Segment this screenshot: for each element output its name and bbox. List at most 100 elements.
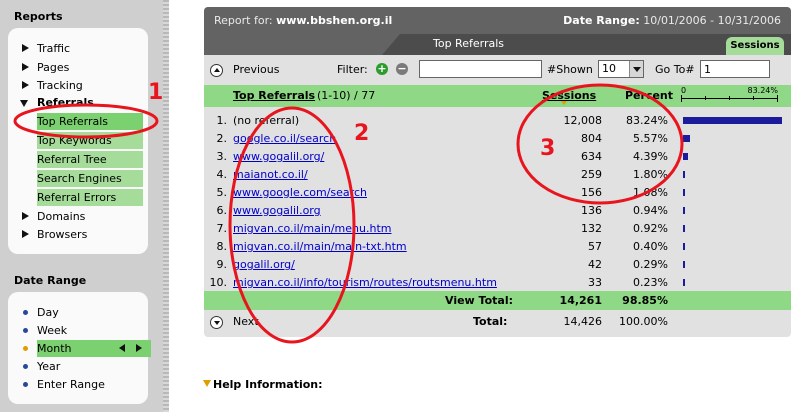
nav-label: Tracking [37, 79, 83, 92]
sub-item-search-engines[interactable]: Search Engines [37, 170, 143, 187]
radio-dot-icon [23, 364, 28, 369]
total-sessions: 14,426 [563, 315, 603, 328]
date-item-month[interactable]: Month [8, 340, 151, 357]
chevron-down-icon [629, 61, 643, 77]
scale-tick [705, 96, 706, 100]
nav-item-browsers[interactable]: Browsers [8, 226, 148, 243]
sessions-value: 132 [581, 222, 602, 235]
radio-dot-icon [23, 310, 28, 315]
date-item-week[interactable]: Week [8, 322, 148, 339]
row-number: 6. [216, 204, 228, 217]
referral-link[interactable]: maianot.co.il/ [233, 165, 308, 184]
scale-tick [753, 96, 754, 100]
sub-item-label: Search Engines [37, 172, 122, 185]
nav-item-referrals[interactable]: Referrals [8, 94, 148, 111]
sidebar-edge [163, 0, 169, 412]
percent-bar [683, 153, 688, 160]
goto-label: Go To# [655, 63, 695, 76]
report-date-range: Date Range: 10/01/2006 - 10/31/2006 [563, 14, 781, 27]
expand-arrow-icon [22, 63, 29, 71]
date-label: Year [37, 360, 61, 373]
referral-link[interactable]: www.gogalil.org/ [233, 147, 324, 166]
filter-input[interactable] [419, 60, 542, 78]
sub-item-referral-tree[interactable]: Referral Tree [37, 151, 143, 168]
nav-item-pages[interactable]: Pages [8, 59, 148, 76]
row-number: 4. [216, 168, 228, 181]
date-item-year[interactable]: Year [8, 358, 148, 375]
percent-bar [683, 135, 690, 142]
percent-bar [683, 243, 685, 250]
col-sessions[interactable]: Sessions [542, 89, 596, 102]
row-number: 5. [216, 186, 228, 199]
referral-link[interactable]: migvan.co.il/info/tourism/routes/routsme… [233, 273, 497, 292]
date-item-enter-range[interactable]: Enter Range [8, 376, 148, 393]
nav-item-domains[interactable]: Domains [8, 208, 148, 225]
date-item-day[interactable]: Day [8, 304, 148, 321]
remove-filter-icon[interactable]: − [396, 63, 408, 75]
goto-input[interactable] [700, 60, 770, 78]
sub-item-referral-errors[interactable]: Referral Errors [37, 189, 143, 206]
table-row: 8. migvan.co.il/main/main-txt.htm 57 0.40% [204, 237, 791, 256]
nav-item-traffic[interactable]: Traffic [8, 40, 148, 57]
sub-item-top-referrals[interactable]: Top Referrals [37, 113, 143, 130]
percent-bar [683, 261, 685, 268]
row-number: 3. [216, 150, 228, 163]
nav-label: Referrals [37, 96, 94, 109]
referral-link[interactable]: migvan.co.il/main/menu.htm [233, 219, 392, 238]
referral-link[interactable]: google.co.il/search [233, 129, 336, 148]
view-total-label: View Total: [445, 294, 513, 307]
sessions-value: 804 [581, 132, 602, 145]
next-down-icon[interactable] [210, 316, 223, 329]
sessions-value: 156 [581, 186, 602, 199]
report-panel: Report for: www.bbshen.org.il Date Range… [204, 7, 791, 337]
nav-item-tracking[interactable]: Tracking [8, 77, 148, 94]
shown-select[interactable]: 10 [598, 60, 644, 78]
referral-link[interactable]: migvan.co.il/main/main-txt.htm [233, 237, 407, 256]
sub-item-top-keywords[interactable]: Top Keywords [37, 132, 143, 149]
percent-bar [683, 225, 685, 232]
table-row: 1. (no referral) 12,008 83.24% [204, 111, 791, 130]
previous-button[interactable]: Previous [233, 63, 280, 76]
next-month-icon[interactable] [136, 344, 142, 352]
expand-arrow-icon [22, 212, 29, 220]
table-row: 6. www.gogalil.org 136 0.94% [204, 201, 791, 220]
nav-label: Traffic [37, 42, 71, 55]
previous-up-icon[interactable] [210, 64, 223, 77]
expand-arrow-icon [22, 81, 29, 89]
add-filter-icon[interactable]: + [376, 63, 388, 75]
sidebar: Reports Traffic Pages Tracking Referrals… [0, 0, 163, 412]
date-label: Enter Range [37, 378, 105, 391]
col-top-referrals[interactable]: Top Referrals [233, 89, 315, 102]
percent-value: 0.94% [633, 204, 668, 217]
help-information[interactable]: Help Information: [201, 378, 323, 391]
scale-tick [681, 95, 682, 102]
report-for: Report for: www.bbshen.org.il [214, 14, 392, 27]
report-site: www.bbshen.org.il [276, 14, 393, 27]
referral-link[interactable]: www.google.com/search [233, 183, 367, 202]
row-number: 10. [209, 276, 228, 289]
referral-link[interactable]: gogalil.org/ [233, 255, 295, 274]
row-number: 8. [216, 240, 228, 253]
scale-max: 83.24% [747, 86, 778, 95]
scale-min: 0 [681, 86, 687, 95]
referral-link[interactable]: www.gogalil.org [233, 201, 321, 220]
tab-sessions[interactable]: Sessions [726, 37, 784, 55]
sub-item-label: Top Referrals [37, 115, 108, 128]
next-button[interactable]: Next [233, 312, 259, 332]
report-for-label: Report for: [214, 14, 273, 27]
view-total-row: View Total: 14,261 98.85% [204, 291, 791, 310]
table-row: 7. migvan.co.il/main/menu.htm 132 0.92% [204, 219, 791, 238]
view-total-percent: 98.85% [622, 294, 668, 307]
help-label: Help Information: [213, 378, 323, 391]
sessions-value: 42 [588, 258, 602, 271]
shown-label: #Shown [547, 63, 593, 76]
sub-item-label: Top Keywords [37, 134, 112, 147]
total-row: Next Total: 14,426 100.00% [204, 312, 791, 332]
table-header: Top Referrals (1-10) / 77 Sessions Perce… [204, 85, 791, 107]
percent-value: 4.39% [633, 150, 668, 163]
nav-label: Pages [37, 61, 70, 74]
date-range-label: Date Range: [563, 14, 640, 27]
sessions-value: 33 [588, 276, 602, 289]
expand-arrow-icon [22, 230, 29, 238]
prev-month-icon[interactable] [119, 344, 125, 352]
